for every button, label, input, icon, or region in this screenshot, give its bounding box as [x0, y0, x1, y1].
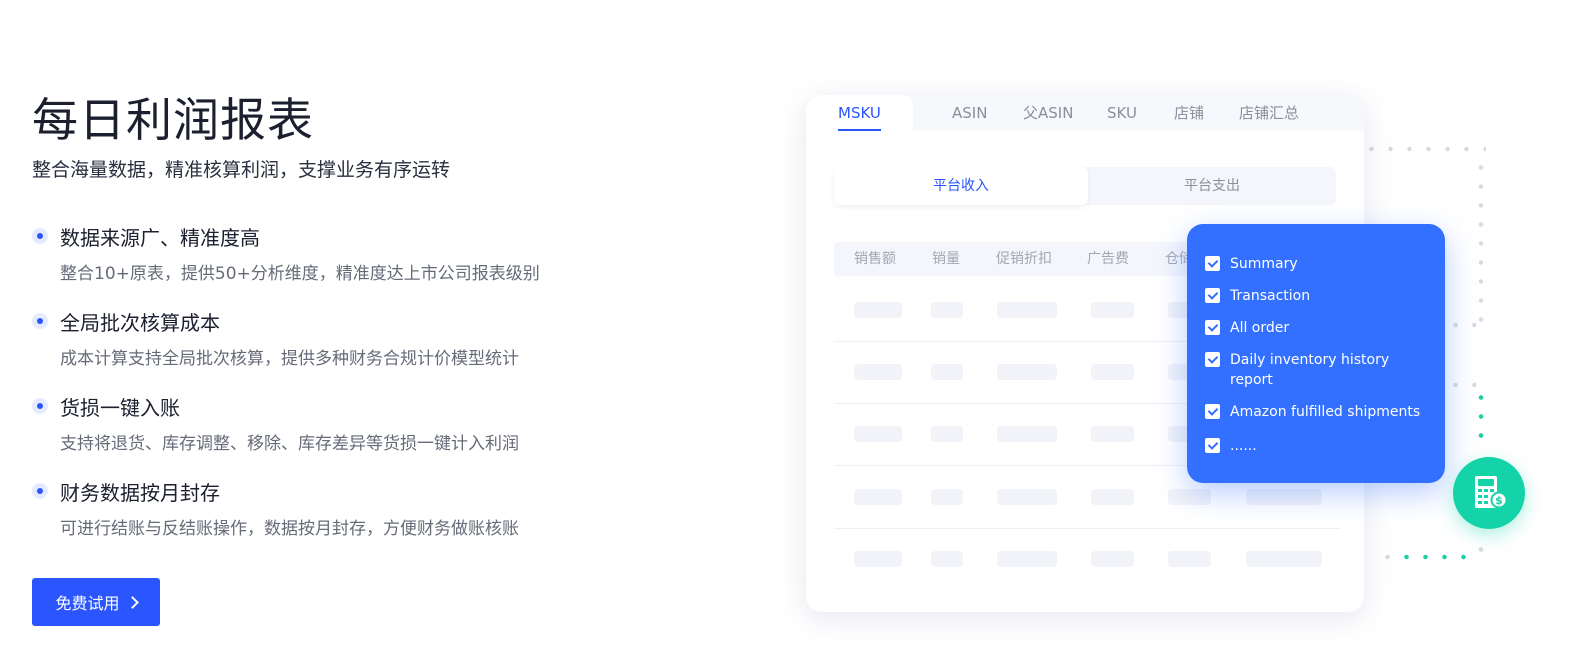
placeholder-bar — [1091, 364, 1134, 380]
feature-title: 全局批次核算成本 — [60, 311, 220, 335]
free-trial-label: 免费试用 — [55, 594, 120, 613]
placeholder-bar — [854, 551, 902, 567]
placeholder-bar — [854, 364, 902, 380]
checkbox-checked-icon[interactable] — [1205, 256, 1220, 271]
tab-store[interactable]: 店铺 — [1174, 95, 1204, 131]
income-expense-toggle: 平台收入 平台支出 — [834, 167, 1336, 205]
placeholder-bar — [997, 302, 1057, 318]
placeholder-bar — [931, 489, 963, 505]
placeholder-bar — [1168, 551, 1211, 567]
option-label: Transaction — [1230, 288, 1311, 304]
bullet-dot-icon — [32, 228, 48, 244]
page-subtitle: 整合海量数据，精准核算利润，支撑业务有序运转 — [32, 159, 451, 181]
bullet-dot-icon — [32, 398, 48, 414]
calculator-badge: $ — [1453, 457, 1525, 529]
decorative-dots — [1478, 388, 1484, 448]
placeholder-bar — [1091, 489, 1134, 505]
feature-title: 财务数据按月封存 — [60, 481, 220, 505]
checkbox-checked-icon[interactable] — [1205, 404, 1220, 419]
feature-item: 数据来源广、精准度高 整合10+原表，提供50+分析维度，精准度达上市公司报表级… — [32, 222, 672, 307]
feature-item: 财务数据按月封存 可进行结账与反结账操作，数据按月封存，方便财务做账核账 — [32, 477, 672, 562]
tab-store-summary[interactable]: 店铺汇总 — [1239, 95, 1299, 131]
feature-item: 全局批次核算成本 成本计算支持全局批次核算，提供多种财务合规计价模型统计 — [32, 307, 672, 392]
option-summary[interactable]: Summary — [1205, 254, 1298, 274]
feature-desc: 成本计算支持全局批次核算，提供多种财务合规计价模型统计 — [60, 349, 519, 369]
option-label: Daily inventory history report — [1230, 352, 1390, 388]
decorative-dots — [1397, 554, 1475, 560]
option-label: ...... — [1230, 438, 1257, 454]
decorative-dots — [1446, 382, 1476, 388]
calculator-dollar-icon: $ — [1475, 476, 1508, 509]
free-trial-button[interactable]: 免费试用 — [32, 578, 160, 626]
feature-desc: 可进行结账与反结账操作，数据按月封存，方便财务做账核账 — [60, 519, 519, 539]
placeholder-bar — [854, 489, 902, 505]
placeholder-bar — [997, 551, 1057, 567]
checkbox-checked-icon[interactable] — [1205, 352, 1220, 367]
placeholder-bar — [1246, 489, 1322, 505]
placeholder-bar — [854, 302, 902, 318]
tab-parent-asin[interactable]: 父ASIN — [1023, 95, 1073, 131]
option-label: All order — [1230, 320, 1290, 336]
bullet-dot-icon — [32, 483, 48, 499]
placeholder-bar — [1168, 489, 1211, 505]
feature-desc: 整合10+原表，提供50+分析维度，精准度达上市公司报表级别 — [60, 264, 540, 284]
option-transaction[interactable]: Transaction — [1205, 286, 1310, 306]
segment-platform-expense[interactable]: 平台支出 — [1088, 167, 1336, 205]
option-daily-inventory-history[interactable]: Daily inventory history report — [1205, 350, 1425, 390]
decorative-dots — [1478, 158, 1484, 328]
placeholder-bar — [997, 364, 1057, 380]
segment-platform-income[interactable]: 平台收入 — [834, 167, 1088, 205]
page-title: 每日利润报表 — [32, 93, 314, 147]
feature-desc: 支持将退货、库存调整、移除、库存差异等货损一键计入利润 — [60, 434, 519, 454]
column-header: 广告费 — [1087, 251, 1129, 267]
placeholder-bar — [854, 426, 902, 442]
feature-item: 货损一键入账 支持将退货、库存调整、移除、库存差异等货损一键计入利润 — [32, 392, 672, 477]
placeholder-bar — [997, 426, 1057, 442]
decorative-dots — [1378, 554, 1398, 560]
placeholder-bar — [1091, 551, 1134, 567]
checkbox-checked-icon[interactable] — [1205, 320, 1220, 335]
tab-sku[interactable]: SKU — [1107, 95, 1137, 131]
feature-title: 货损一键入账 — [60, 396, 180, 420]
placeholder-bar — [1091, 426, 1134, 442]
placeholder-bar — [931, 302, 963, 318]
feature-title: 数据来源广、精准度高 — [60, 226, 260, 250]
checkbox-checked-icon[interactable] — [1205, 288, 1220, 303]
option-amazon-fulfilled-shipments[interactable]: Amazon fulfilled shipments — [1205, 402, 1420, 422]
tab-asin[interactable]: ASIN — [952, 95, 987, 131]
placeholder-bar — [997, 489, 1057, 505]
tab-msku[interactable]: MSKU — [806, 95, 913, 131]
column-header: 促销折扣 — [996, 251, 1052, 267]
option-more[interactable]: ...... — [1205, 436, 1257, 456]
decorative-dots — [1478, 540, 1484, 552]
placeholder-bar — [1246, 551, 1322, 567]
svg-text:$: $ — [1495, 494, 1503, 507]
placeholder-bar — [931, 364, 963, 380]
table-row — [834, 529, 1340, 591]
checkbox-checked-icon[interactable] — [1205, 438, 1220, 453]
option-label: Amazon fulfilled shipments — [1230, 404, 1421, 420]
chevron-right-icon — [125, 595, 139, 609]
decorative-dots — [1446, 322, 1476, 328]
report-tabs: MSKU ASIN 父ASIN SKU 店铺 店铺汇总 — [806, 95, 1364, 131]
report-type-popup: Summary Transaction All order Daily inve… — [1187, 224, 1445, 483]
active-tab-underline — [838, 129, 881, 131]
column-header: 销量 — [932, 251, 960, 267]
feature-list: 数据来源广、精准度高 整合10+原表，提供50+分析维度，精准度达上市公司报表级… — [32, 222, 672, 562]
placeholder-bar — [931, 551, 963, 567]
placeholder-bar — [1091, 302, 1134, 318]
placeholder-bar — [931, 426, 963, 442]
decorative-dots — [1362, 146, 1486, 152]
option-label: Summary — [1230, 256, 1298, 272]
column-header: 销售额 — [854, 251, 896, 267]
bullet-dot-icon — [32, 313, 48, 329]
option-all-order[interactable]: All order — [1205, 318, 1289, 338]
